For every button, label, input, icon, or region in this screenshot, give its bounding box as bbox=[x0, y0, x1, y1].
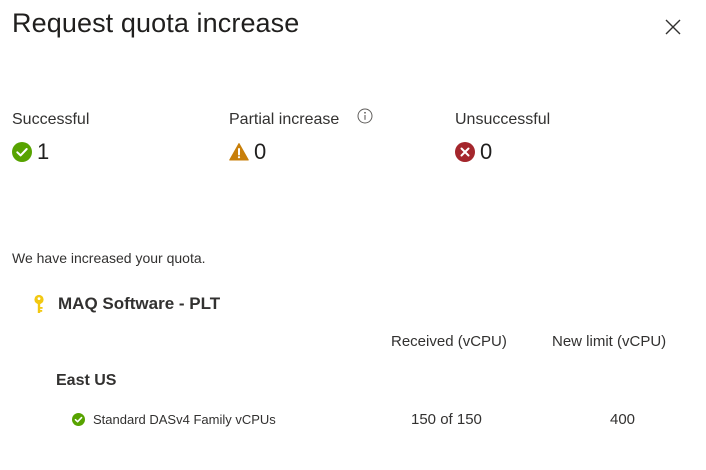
quota-row-name: Standard DASv4 Family vCPUs bbox=[72, 412, 276, 427]
column-header-new-limit: New limit (vCPU) bbox=[552, 333, 667, 350]
error-circle-icon bbox=[455, 142, 475, 162]
check-circle-icon bbox=[12, 142, 32, 162]
unsuccessful-label: Unsuccessful bbox=[455, 111, 551, 128]
quota-family-label: Standard DASv4 Family vCPUs bbox=[93, 412, 276, 427]
subscription-row: MAQ Software - PLT bbox=[32, 294, 220, 314]
status-message: We have increased your quota. bbox=[12, 250, 206, 266]
partial-summary: Partial increase 0 bbox=[229, 108, 373, 165]
column-header-received: Received (vCPU) bbox=[391, 333, 507, 350]
received-value: 150 of 150 bbox=[411, 411, 482, 428]
page-title: Request quota increase bbox=[12, 8, 300, 38]
new-limit-value: 400 bbox=[610, 411, 636, 428]
info-icon[interactable] bbox=[357, 108, 373, 124]
partial-label: Partial increase bbox=[229, 111, 340, 128]
partial-label-row: Partial increase bbox=[229, 108, 373, 129]
unsuccessful-count-row: 0 bbox=[455, 139, 550, 165]
subscription-name: MAQ Software - PLT bbox=[58, 294, 221, 313]
region-name: East US bbox=[56, 372, 117, 389]
check-circle-icon bbox=[72, 413, 85, 426]
partial-count-row: 0 bbox=[229, 139, 373, 165]
unsuccessful-count: 0 bbox=[480, 139, 493, 164]
successful-count-row: 1 bbox=[12, 139, 89, 165]
unsuccessful-summary: Unsuccessful 0 bbox=[455, 111, 550, 165]
key-icon bbox=[32, 294, 46, 314]
successful-count: 1 bbox=[37, 139, 50, 164]
warning-icon bbox=[229, 142, 249, 162]
partial-count: 0 bbox=[254, 139, 267, 164]
close-icon bbox=[665, 19, 681, 35]
successful-label: Successful bbox=[12, 111, 90, 128]
successful-summary: Successful 1 bbox=[12, 111, 89, 165]
close-button[interactable] bbox=[660, 14, 686, 40]
